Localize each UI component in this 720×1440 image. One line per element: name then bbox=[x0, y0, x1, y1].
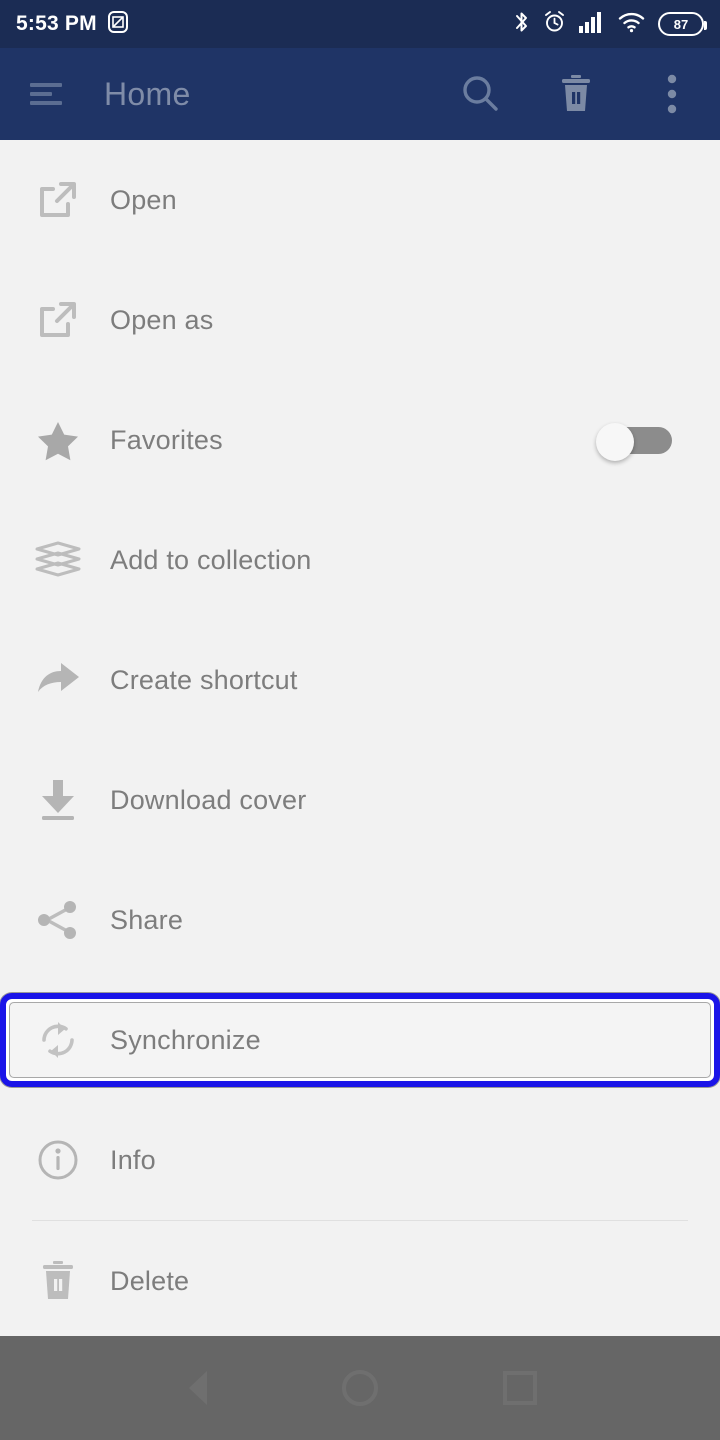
navigation-bar bbox=[0, 1336, 720, 1440]
info-icon bbox=[32, 1134, 84, 1186]
app-bar: Home bbox=[0, 48, 720, 140]
favorites-toggle[interactable] bbox=[596, 423, 672, 461]
menu-item-label: Favorites bbox=[110, 424, 223, 455]
menu-item-label: Share bbox=[110, 904, 184, 935]
bluetooth-icon bbox=[513, 10, 530, 39]
external-link-icon bbox=[32, 174, 84, 226]
back-button[interactable] bbox=[177, 1365, 223, 1411]
recents-button[interactable] bbox=[497, 1365, 543, 1411]
trash-icon[interactable] bbox=[550, 68, 602, 120]
status-bar-right: 87 bbox=[513, 10, 707, 39]
alarm-icon bbox=[543, 10, 566, 38]
status-bar-left: 5:53 PM bbox=[16, 10, 129, 38]
menu-item-label: Create shortcut bbox=[110, 664, 298, 695]
menu-item-label: Delete bbox=[110, 1265, 190, 1296]
share-icon bbox=[32, 894, 84, 946]
menu-item-open[interactable]: Open bbox=[0, 140, 720, 260]
menu-item-label: Add to collection bbox=[110, 544, 312, 575]
menu-item-share[interactable]: Share bbox=[0, 860, 720, 980]
phone-screen: 5:53 PM 87 Home Open Open as Favorites A… bbox=[0, 0, 720, 1440]
menu-item-label: Info bbox=[110, 1144, 156, 1175]
menu-item-open-as[interactable]: Open as bbox=[0, 260, 720, 380]
menu-item-favorites[interactable]: Favorites bbox=[0, 380, 720, 500]
menu-item-label: Download cover bbox=[110, 784, 307, 815]
menu-item-label: Open as bbox=[110, 304, 214, 335]
search-icon[interactable] bbox=[454, 68, 506, 120]
stacked-layers-icon bbox=[32, 534, 84, 586]
menu-item-label: Synchronize bbox=[110, 1024, 261, 1055]
context-menu-sheet: Open Open as Favorites Add to collection… bbox=[0, 140, 720, 1336]
overflow-menu-icon[interactable] bbox=[646, 68, 698, 120]
battery-level: 87 bbox=[673, 16, 689, 32]
hamburger-menu-icon[interactable] bbox=[22, 68, 74, 120]
forward-arrow-icon bbox=[32, 654, 84, 706]
home-button[interactable] bbox=[337, 1365, 383, 1411]
menu-item-synchronize[interactable]: Synchronize bbox=[0, 993, 720, 1087]
star-icon bbox=[32, 414, 84, 466]
app-bar-actions bbox=[454, 68, 698, 120]
menu-item-download-cover[interactable]: Download cover bbox=[0, 740, 720, 860]
signal-icon bbox=[579, 11, 605, 38]
page-title: Home bbox=[104, 75, 191, 112]
battery-indicator: 87 bbox=[658, 12, 707, 36]
wifi-icon bbox=[618, 11, 645, 38]
external-link-icon bbox=[32, 294, 84, 346]
download-icon bbox=[32, 774, 84, 826]
trash-icon bbox=[32, 1255, 84, 1307]
status-bar-clock: 5:53 PM bbox=[16, 12, 97, 35]
menu-item-info[interactable]: Info bbox=[0, 1100, 720, 1220]
menu-item-create-shortcut[interactable]: Create shortcut bbox=[0, 620, 720, 740]
bottom-scrim bbox=[0, 1336, 720, 1440]
menu-item-delete[interactable]: Delete bbox=[0, 1221, 720, 1341]
dnd-square-icon bbox=[107, 10, 129, 38]
sync-icon bbox=[32, 1014, 84, 1066]
toggle-thumb bbox=[596, 423, 634, 461]
status-bar: 5:53 PM 87 bbox=[0, 0, 720, 48]
menu-item-add-to-collection[interactable]: Add to collection bbox=[0, 500, 720, 620]
menu-item-label: Open bbox=[110, 184, 177, 215]
